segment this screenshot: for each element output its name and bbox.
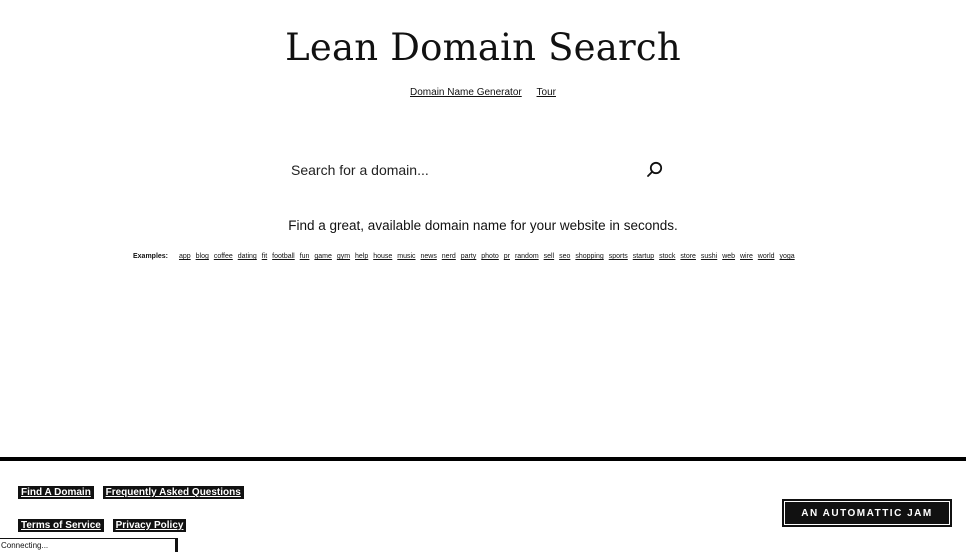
- example-link-sports[interactable]: sports: [609, 253, 628, 260]
- example-link-sushi[interactable]: sushi: [701, 253, 717, 260]
- search-button[interactable]: [645, 160, 665, 180]
- example-link-app[interactable]: app: [179, 253, 191, 260]
- example-link-party[interactable]: party: [461, 253, 477, 260]
- example-link-house[interactable]: house: [373, 253, 392, 260]
- example-link-fun[interactable]: fun: [300, 253, 310, 260]
- tagline: Find a great, available domain name for …: [288, 218, 678, 233]
- example-link-photo[interactable]: photo: [481, 253, 499, 260]
- footer-link-privacy-policy[interactable]: Privacy Policy: [112, 519, 187, 532]
- example-link-help[interactable]: help: [355, 253, 368, 260]
- example-link-wire[interactable]: wire: [740, 253, 753, 260]
- site-title: Lean Domain Search: [285, 26, 681, 69]
- example-link-startup[interactable]: startup: [633, 253, 654, 260]
- footer-link-find-a-domain[interactable]: Find A Domain: [18, 486, 94, 499]
- example-link-music[interactable]: music: [397, 253, 415, 260]
- top-nav: Domain Name Generator Tour: [0, 87, 966, 98]
- example-link-gym[interactable]: gym: [337, 253, 350, 260]
- example-link-shopping[interactable]: shopping: [575, 253, 603, 260]
- example-link-nerd[interactable]: nerd: [442, 253, 456, 260]
- examples-row: Examples: app blog coffee dating fit foo…: [133, 253, 853, 260]
- automattic-badge[interactable]: AN AUTOMATTIC JAM: [782, 499, 952, 527]
- example-link-yoga[interactable]: yoga: [779, 253, 794, 260]
- example-link-coffee[interactable]: coffee: [214, 253, 233, 260]
- example-link-blog[interactable]: blog: [196, 253, 209, 260]
- example-link-web[interactable]: web: [722, 253, 735, 260]
- page: Lean Domain Search Domain Name Generator…: [0, 0, 966, 552]
- example-link-football[interactable]: football: [272, 253, 295, 260]
- search-box: [283, 156, 669, 184]
- example-link-world[interactable]: world: [758, 253, 775, 260]
- footer-links-primary: Find A Domain Frequently Asked Questions: [18, 486, 250, 499]
- nav-link-tour[interactable]: Tour: [537, 87, 556, 98]
- example-link-seo[interactable]: seo: [559, 253, 570, 260]
- example-link-random[interactable]: random: [515, 253, 539, 260]
- example-link-store[interactable]: store: [680, 253, 696, 260]
- example-link-pr[interactable]: pr: [504, 253, 510, 260]
- search-input[interactable]: [283, 156, 641, 184]
- example-link-news[interactable]: news: [420, 253, 436, 260]
- examples-label: Examples:: [133, 253, 169, 260]
- nav-link-domain-name-generator[interactable]: Domain Name Generator: [410, 87, 522, 98]
- example-link-sell[interactable]: sell: [544, 253, 555, 260]
- example-link-game[interactable]: game: [314, 253, 332, 260]
- footer-links-legal: Terms of Service Privacy Policy: [18, 519, 192, 532]
- browser-status-bar: Connecting...: [0, 538, 178, 552]
- search-icon: [645, 161, 665, 183]
- example-link-fit[interactable]: fit: [262, 253, 267, 260]
- example-link-stock[interactable]: stock: [659, 253, 675, 260]
- example-link-dating[interactable]: dating: [238, 253, 257, 260]
- footer-link-terms-of-service[interactable]: Terms of Service: [18, 519, 104, 532]
- footer-link-faq[interactable]: Frequently Asked Questions: [102, 486, 244, 499]
